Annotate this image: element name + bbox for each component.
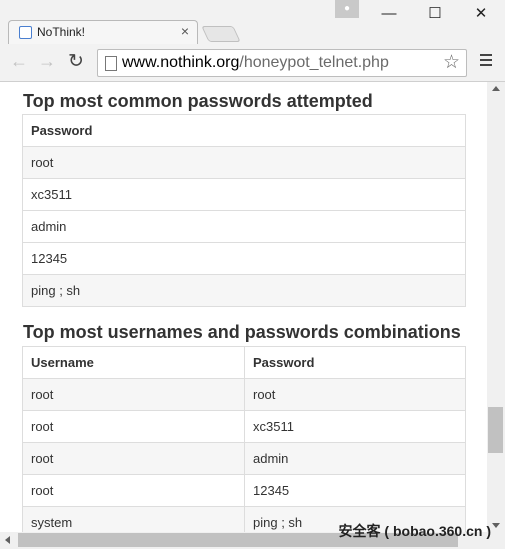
back-arrow-icon[interactable]: ← [10, 51, 28, 72]
password-cell: 12345 [244, 474, 466, 507]
new-tab-button[interactable] [201, 26, 241, 42]
password-column-header: Password [31, 123, 93, 138]
url-path: /honeypot_telnet.php [239, 54, 389, 71]
scroll-up-arrow-icon[interactable] [492, 86, 500, 91]
vertical-scroll-thumb[interactable] [488, 407, 503, 453]
page-icon [105, 56, 117, 71]
username-cell: root [22, 442, 245, 475]
watermark-text: 安全客 ( bobao.360.cn ) [338, 523, 491, 539]
scroll-left-arrow-icon[interactable] [5, 536, 10, 544]
maximize-button[interactable]: ☐ [412, 0, 458, 30]
username-cell: root [22, 474, 245, 507]
tab-close-icon[interactable]: × [181, 23, 189, 39]
combos-heading: Top most usernames and passwords combina… [23, 322, 461, 342]
password-cell: root [244, 378, 466, 411]
reload-icon[interactable]: ↻ [68, 50, 84, 73]
password-cell: xc3511 [244, 410, 466, 443]
vertical-scrollbar[interactable] [487, 82, 505, 532]
table-row: 12345 [22, 242, 466, 275]
browser-tab[interactable]: NoThink! × [8, 20, 198, 44]
browser-toolbar: ← → ↻ www.nothink.org/honeypot_telnet.ph… [0, 44, 505, 82]
user-profile-button[interactable]: ● [335, 0, 359, 18]
table-row: root 12345 [22, 474, 466, 507]
forward-arrow-icon[interactable]: → [38, 51, 56, 72]
password-cell: xc3511 [22, 178, 466, 211]
password-cell: 12345 [22, 242, 466, 275]
url-domain: www.nothink.org [122, 54, 240, 71]
password-cell: ping ; sh [22, 274, 466, 307]
password-cell: admin [22, 210, 466, 243]
table-row: admin [22, 210, 466, 243]
table-row: ping ; sh [22, 274, 466, 307]
browser-titlebar: NoThink! × ● — ☐ ✕ [0, 0, 505, 44]
table-row: root xc3511 [22, 410, 466, 443]
password-cell: root [22, 146, 466, 179]
page-content: Top most common passwords attempted Pass… [0, 82, 487, 532]
combos-table: Username Password root root root xc3511 ro… [22, 346, 466, 532]
username-column-header: Username [31, 355, 94, 370]
page-favicon-icon [19, 26, 32, 39]
close-window-button[interactable]: ✕ [458, 0, 504, 30]
table-row: root [22, 146, 466, 179]
passwords-heading: Top most common passwords attempted [23, 91, 373, 111]
minimize-button[interactable]: — [366, 0, 412, 30]
address-bar[interactable]: www.nothink.org/honeypot_telnet.php ☆ [97, 49, 467, 77]
bookmark-star-icon[interactable]: ☆ [443, 51, 460, 74]
chrome-menu-icon[interactable] [480, 54, 492, 69]
tab-title: NoThink! [37, 25, 86, 39]
table-row: root root [22, 378, 466, 411]
username-cell: system [22, 506, 245, 532]
url-text: www.nothink.org/honeypot_telnet.php [122, 54, 389, 72]
table-row: xc3511 [22, 178, 466, 211]
username-cell: root [22, 410, 245, 443]
user-icon: ● [343, 3, 351, 14]
password-column-header: Password [244, 346, 466, 379]
table-row: root admin [22, 442, 466, 475]
scroll-down-arrow-icon[interactable] [492, 523, 500, 528]
username-cell: root [22, 378, 245, 411]
passwords-table: Password root xc3511 admin 12345 ping ; … [22, 114, 466, 307]
password-cell: admin [244, 442, 466, 475]
